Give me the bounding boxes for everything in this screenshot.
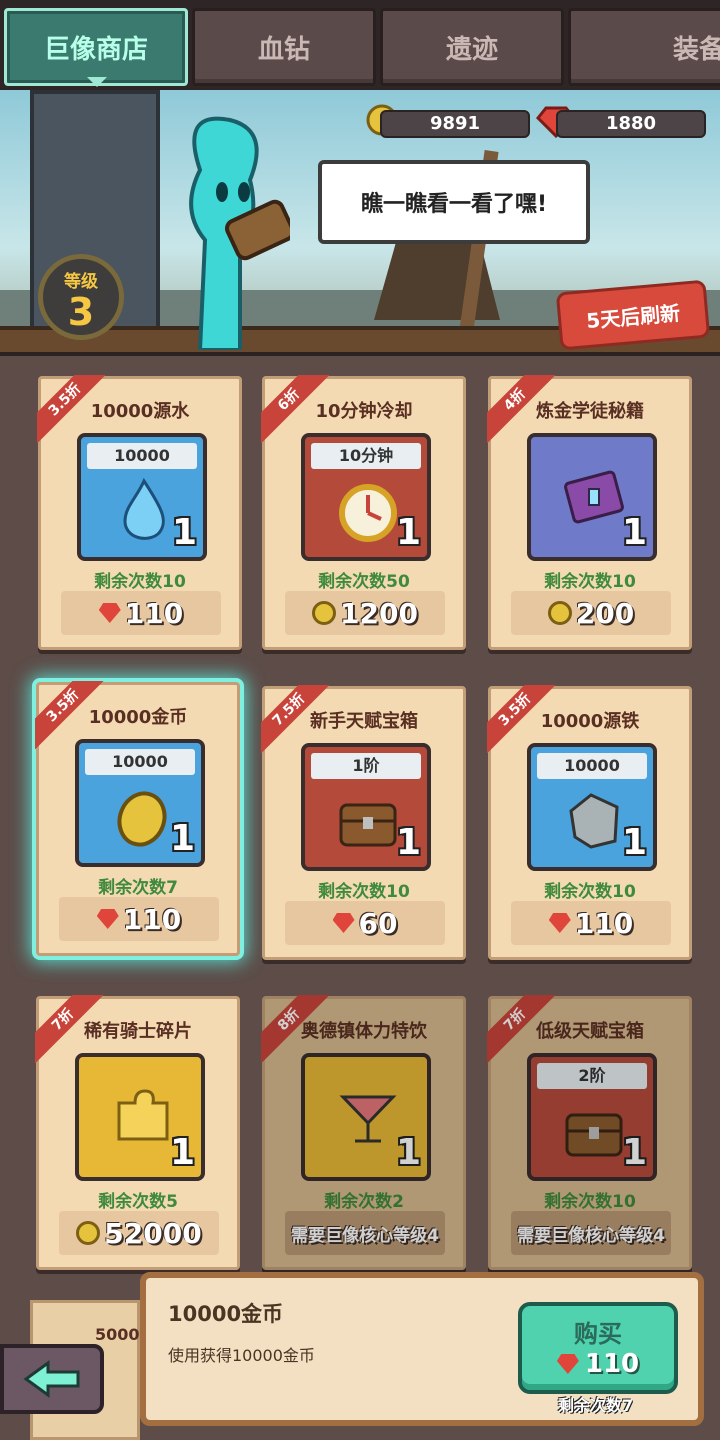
detail-description: 使用获得10000金币: [168, 1346, 315, 1365]
price-tag: 110: [511, 901, 671, 945]
puzzle-piece-icon: [117, 1089, 169, 1141]
buy-button[interactable]: 购买 110: [518, 1302, 678, 1394]
remaining-count: 剩余次数10: [544, 572, 636, 592]
unlock-requirement: 需要巨像核心等级4: [511, 1211, 671, 1255]
item-icon-box: 1: [301, 1053, 431, 1181]
item-detail-panel: 10000金币 使用获得10000金币 购买 110 剩余次数7: [140, 1272, 704, 1426]
unlock-requirement: 需要巨像核心等级4: [285, 1211, 445, 1255]
coin-icon: [312, 601, 337, 625]
shop-scene: 9891 1880 瞧一瞧看一看了嘿! 等级 3 5天后刷新: [0, 90, 720, 352]
price-tag: 200: [511, 591, 671, 635]
item-title: 稀有骑士碎片: [84, 1021, 192, 1042]
item-title: 10分钟冷却: [315, 401, 413, 422]
shop-item-card[interactable]: 4折 炼金学徒秘籍 1 剩余次数10 200: [487, 375, 692, 650]
item-icon-box: 1: [527, 433, 657, 561]
treasure-chest-icon: [565, 1113, 623, 1157]
detail-remaining-count: 剩余次数7: [558, 1396, 634, 1415]
item-title: 炼金学徒秘籍: [536, 401, 644, 422]
price-tag: 110: [59, 897, 219, 941]
shop-tabs: 巨像商店 血钻 遗迹 装备: [0, 0, 720, 90]
item-icon-box: 1阶 1: [301, 743, 431, 871]
treasure-chest-icon: [339, 803, 397, 847]
item-title: 新手天赋宝箱: [310, 711, 418, 732]
level-badge: 等级 3: [38, 254, 124, 340]
item-icon-box: 10000 1: [527, 743, 657, 871]
merchant-speech-bubble: 瞧一瞧看一看了嘿!: [318, 160, 590, 244]
cocktail-icon: [339, 1095, 397, 1143]
remaining-count: 剩余次数7: [98, 878, 178, 898]
item-icon-box: 2阶 1: [527, 1053, 657, 1181]
coin-icon: [76, 1221, 101, 1245]
buy-label: 购买: [574, 1320, 622, 1348]
shop-item-card[interactable]: 7.5折 新手天赋宝箱 1阶 1 剩余次数10 60: [261, 685, 466, 960]
item-icon-box: 10分钟 1: [301, 433, 431, 561]
remaining-count: 剩余次数5: [98, 1192, 178, 1212]
gold-coin-icon: [117, 791, 167, 847]
tab-colossus-shop[interactable]: 巨像商店: [4, 8, 188, 87]
gem-icon: [548, 913, 571, 933]
spellbook-icon: [564, 470, 624, 524]
remaining-count: 剩余次数10: [94, 572, 186, 592]
item-title: 10000源铁: [540, 711, 640, 732]
shop-item-card[interactable]: 3.5折 10000源水 10000 1 剩余次数10 110: [37, 375, 242, 650]
item-icon-box: 1: [75, 1053, 205, 1181]
remaining-count: 剩余次数2: [324, 1192, 404, 1212]
price-tag: 1200: [285, 591, 445, 635]
shop-item-card-locked[interactable]: 7折 低级天赋宝箱 2阶 1 剩余次数10 需要巨像核心等级4: [487, 995, 692, 1270]
item-title: 奥德镇体力特饮: [301, 1021, 427, 1042]
remaining-count: 剩余次数50: [318, 572, 410, 592]
price-tag: 60: [285, 901, 445, 945]
level-label: 等级: [64, 272, 98, 292]
gold-balance: 9891: [380, 110, 530, 138]
iron-ore-icon: [569, 793, 619, 849]
item-title: 10000源水: [90, 401, 190, 422]
arrow-left-icon: [23, 1360, 80, 1398]
coin-icon: [547, 601, 572, 625]
level-value: 3: [67, 290, 95, 334]
spirit-merchant: [189, 116, 290, 350]
tab-ruins[interactable]: 遗迹: [380, 8, 564, 86]
price-tag: 110: [61, 591, 221, 635]
remaining-count: 剩余次数10: [544, 882, 636, 902]
gem-balance: 1880: [556, 110, 706, 138]
shop-item-card[interactable]: 7折 稀有骑士碎片 1 剩余次数5 52000: [35, 995, 240, 1270]
shop-item-card[interactable]: 6折 10分钟冷却 10分钟 1 剩余次数50 1200: [261, 375, 466, 650]
tab-equipment[interactable]: 装备: [568, 8, 720, 86]
item-icon-box: 10000 1: [75, 739, 205, 867]
gem-icon: [98, 603, 121, 623]
remaining-count: 剩余次数10: [544, 1192, 636, 1212]
remaining-count: 剩余次数10: [318, 882, 410, 902]
shop-item-card-selected[interactable]: 3.5折 10000金币 10000 1 剩余次数7 110: [35, 681, 240, 956]
buy-price: 110: [522, 1349, 674, 1379]
back-button[interactable]: [0, 1344, 104, 1414]
water-drop-icon: [123, 477, 165, 540]
gem-icon: [556, 1354, 579, 1374]
detail-title: 10000金币: [168, 1302, 284, 1326]
price-tag: 52000: [59, 1211, 219, 1255]
gem-icon: [332, 913, 355, 933]
item-icon-box: 10000 1: [77, 433, 207, 561]
clock-icon: [339, 484, 397, 542]
shop-item-card[interactable]: 3.5折 10000源铁 10000 1 剩余次数10 110: [487, 685, 692, 960]
item-title: 低级天赋宝箱: [536, 1021, 644, 1042]
gem-icon: [96, 909, 119, 929]
shop-item-card-locked[interactable]: 8折 奥德镇体力特饮 1 剩余次数2 需要巨像核心等级4: [261, 995, 466, 1270]
tab-blood-diamond[interactable]: 血钻: [192, 8, 376, 86]
item-title: 10000金币: [88, 707, 188, 728]
